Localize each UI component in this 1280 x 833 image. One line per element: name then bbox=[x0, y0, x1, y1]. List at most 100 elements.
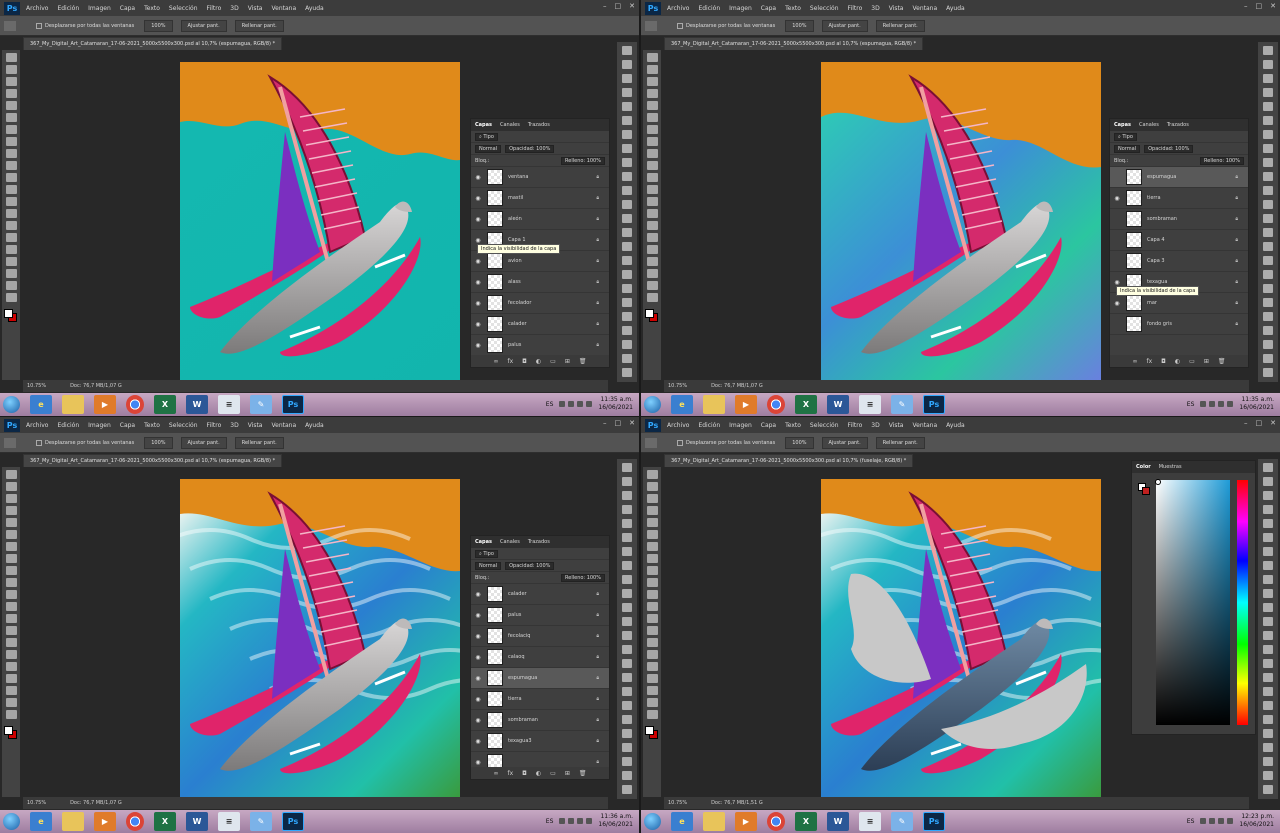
eye-icon[interactable]: ◉ bbox=[474, 654, 482, 661]
eye-icon[interactable]: ◉ bbox=[474, 342, 482, 349]
crop-tool-icon[interactable] bbox=[5, 518, 17, 527]
menu-vista[interactable]: Vista bbox=[248, 5, 263, 12]
color-swatches[interactable] bbox=[645, 309, 659, 323]
character-panel-icon[interactable] bbox=[622, 589, 632, 598]
clone-source-panel-icon[interactable] bbox=[622, 270, 632, 279]
flag-icon[interactable] bbox=[586, 818, 593, 824]
maximize-icon[interactable]: □ bbox=[615, 2, 622, 10]
clone-stamp-tool-icon[interactable] bbox=[646, 149, 658, 158]
quick-select-tool-icon[interactable] bbox=[5, 89, 17, 98]
fit-screen-button[interactable]: Ajustar pant. bbox=[180, 436, 227, 449]
eye-icon[interactable]: ◉ bbox=[1113, 300, 1121, 307]
character-panel-icon[interactable] bbox=[1263, 172, 1273, 181]
volume-icon[interactable] bbox=[1209, 818, 1216, 824]
pen-tool-icon[interactable]: ✎ bbox=[891, 812, 913, 831]
photoshop-taskbar-icon[interactable]: Ps bbox=[282, 812, 304, 831]
pen-tool-icon[interactable] bbox=[646, 221, 658, 230]
layer-row[interactable]: ◉ calader 🔒︎ bbox=[471, 584, 609, 605]
foreground-swatch[interactable] bbox=[645, 726, 654, 735]
menu-archivo[interactable]: Archivo bbox=[26, 5, 48, 12]
eye-icon[interactable]: ◉ bbox=[1113, 195, 1121, 202]
foreground-swatch[interactable] bbox=[645, 309, 654, 318]
document-canvas[interactable] bbox=[821, 479, 1101, 799]
tool-presets-panel-icon[interactable] bbox=[622, 673, 632, 682]
3d-panel-icon[interactable] bbox=[1263, 354, 1273, 363]
comp-panel-icon[interactable] bbox=[1263, 785, 1273, 794]
history-panel-icon[interactable] bbox=[1263, 46, 1273, 55]
foreground-swatch[interactable] bbox=[4, 309, 13, 318]
zoom-100-button[interactable]: 100% bbox=[785, 436, 814, 449]
document-canvas[interactable] bbox=[821, 62, 1101, 382]
quick-select-tool-icon[interactable] bbox=[646, 506, 658, 515]
zoom-level[interactable]: 10.75% bbox=[668, 800, 687, 806]
battery-icon[interactable] bbox=[577, 818, 584, 824]
chrome-icon[interactable] bbox=[767, 812, 785, 831]
layers-panel-icon[interactable] bbox=[622, 116, 632, 125]
tool-presets-panel-icon[interactable] bbox=[1263, 673, 1273, 682]
menu-ayuda[interactable]: Ayuda bbox=[305, 5, 324, 12]
photoshop-logo-icon[interactable]: Ps bbox=[4, 1, 20, 15]
brush-tool-icon[interactable] bbox=[5, 554, 17, 563]
tool-presets-panel-icon[interactable] bbox=[1263, 256, 1273, 265]
network-icon[interactable] bbox=[559, 401, 566, 407]
layers-panel-icon[interactable] bbox=[1263, 533, 1273, 542]
menu-imagen[interactable]: Imagen bbox=[88, 5, 111, 12]
menu-filtro[interactable]: Filtro bbox=[848, 422, 863, 429]
network-icon[interactable] bbox=[1200, 818, 1207, 824]
zoom-tool-icon[interactable] bbox=[5, 698, 17, 707]
navigator-panel-icon[interactable] bbox=[1263, 645, 1273, 654]
photoshop-logo-icon[interactable]: Ps bbox=[4, 418, 20, 432]
menu-seleccion[interactable]: Selección bbox=[169, 422, 198, 429]
layer-row[interactable]: ◉ aleón 🔒︎ bbox=[471, 209, 609, 230]
adjustments-panel-icon[interactable] bbox=[1263, 88, 1273, 97]
minimize-icon[interactable]: – bbox=[603, 419, 607, 427]
excel-icon[interactable]: X bbox=[154, 395, 176, 414]
tab-trazados[interactable]: Trazados bbox=[528, 539, 550, 545]
properties-panel-icon[interactable] bbox=[1263, 200, 1273, 209]
menu-ayuda[interactable]: Ayuda bbox=[305, 422, 324, 429]
libraries-panel-icon[interactable] bbox=[622, 312, 632, 321]
excel-icon[interactable]: X bbox=[795, 395, 817, 414]
clock[interactable]: 11:35 a.m. 16/06/2021 bbox=[1239, 396, 1274, 412]
properties-panel-icon[interactable] bbox=[1263, 617, 1273, 626]
start-button[interactable] bbox=[644, 396, 661, 413]
media-player-icon[interactable]: ▶ bbox=[94, 395, 116, 414]
group-icon[interactable]: ▭ bbox=[550, 770, 556, 777]
menu-archivo[interactable]: Archivo bbox=[667, 5, 689, 12]
scroll-all-checkbox[interactable] bbox=[36, 22, 42, 29]
eye-icon[interactable]: ◉ bbox=[474, 612, 482, 619]
menu-filtro[interactable]: Filtro bbox=[848, 5, 863, 12]
swatches-panel-icon[interactable] bbox=[622, 74, 632, 83]
type-tool-icon[interactable] bbox=[5, 650, 17, 659]
history-brush-tool-icon[interactable] bbox=[646, 578, 658, 587]
notes-panel-icon[interactable] bbox=[622, 715, 632, 724]
fill-field[interactable]: Relleno: 100% bbox=[561, 573, 605, 582]
menu-seleccion[interactable]: Selección bbox=[169, 5, 198, 12]
menu-seleccion[interactable]: Selección bbox=[810, 5, 839, 12]
tab-canales[interactable]: Canales bbox=[500, 539, 520, 545]
volume-icon[interactable] bbox=[1209, 401, 1216, 407]
menu-seleccion[interactable]: Selección bbox=[810, 422, 839, 429]
layer-filter-select[interactable]: ⌕ Tipo bbox=[475, 549, 498, 558]
word-icon[interactable]: W bbox=[186, 395, 208, 414]
brush-tool-icon[interactable] bbox=[646, 137, 658, 146]
mask-icon[interactable]: ◘ bbox=[522, 770, 527, 777]
timeline-panel-icon[interactable] bbox=[1263, 284, 1273, 293]
menu-archivo[interactable]: Archivo bbox=[667, 422, 689, 429]
document-icon[interactable]: ≡ bbox=[218, 395, 240, 414]
clock[interactable]: 11:35 a.m. 16/06/2021 bbox=[598, 396, 633, 412]
hue-slider[interactable] bbox=[1237, 480, 1248, 725]
layer-filter-select[interactable]: ⌕ Tipo bbox=[1114, 132, 1137, 141]
word-icon[interactable]: W bbox=[827, 395, 849, 414]
mask-icon[interactable]: ◘ bbox=[522, 358, 527, 365]
brush-panel-icon[interactable] bbox=[1263, 158, 1273, 167]
opacity-field[interactable]: Opacidad: 100% bbox=[1144, 144, 1194, 153]
path-select-tool-icon[interactable] bbox=[5, 662, 17, 671]
layer-row[interactable]: ◉ tierra 🔒︎ bbox=[471, 689, 609, 710]
color-panel-icon[interactable] bbox=[1263, 60, 1273, 69]
maximize-icon[interactable]: □ bbox=[615, 419, 622, 427]
layer-row[interactable]: ◉ avion 🔒︎ bbox=[471, 251, 609, 272]
layer-row[interactable]: ◉ mar 🔒︎ bbox=[1110, 293, 1248, 314]
zoom-100-button[interactable]: 100% bbox=[144, 436, 173, 449]
internet-explorer-icon[interactable]: e bbox=[30, 395, 52, 414]
